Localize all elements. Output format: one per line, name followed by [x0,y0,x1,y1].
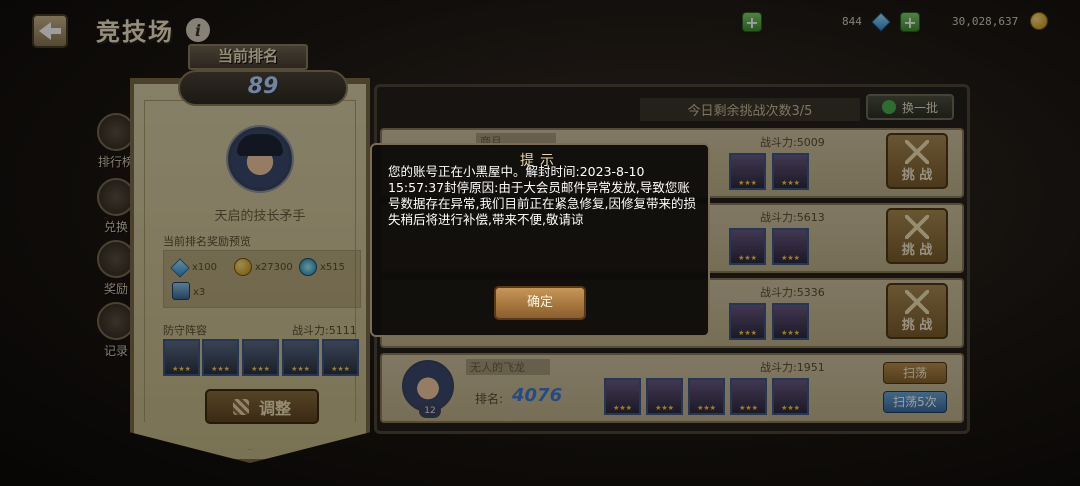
confirm-button[interactable]: 确定 [494,286,586,320]
dialog-message: 您的账号正在小黑屋中。解封时间:2023-8-10 15:57:37封停原因:由… [388,164,696,227]
